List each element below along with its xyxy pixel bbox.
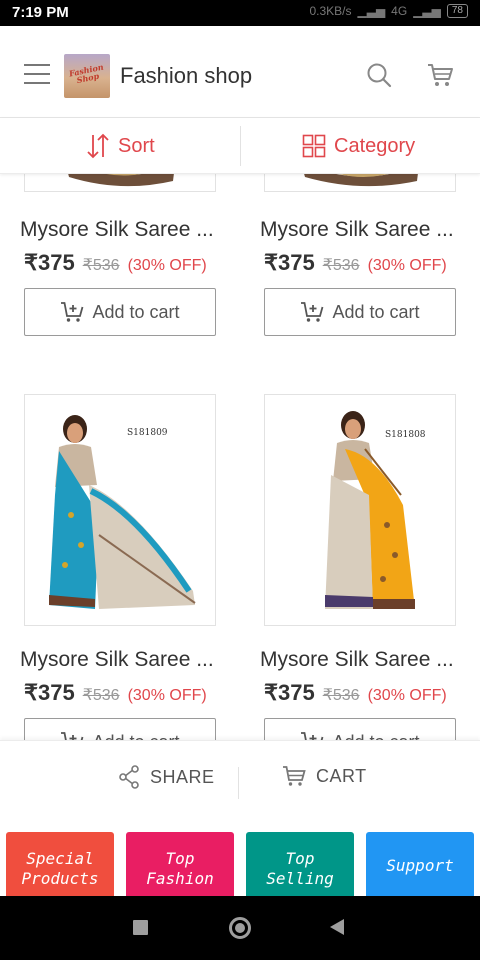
tile-line2: Fashion [146, 869, 214, 888]
signal-icon: ▁▃▅ [357, 4, 386, 18]
shortcut-tiles: Special Products Top Fashion Top Selling… [0, 824, 480, 900]
filter-bar: Sort Category [0, 118, 480, 174]
add-to-cart-button[interactable]: Add to cart [264, 718, 456, 740]
saree-image: S181809 [49, 415, 196, 609]
add-to-cart-label: Add to cart [332, 301, 420, 322]
tile-line1: Top [285, 849, 315, 868]
tile-line1: Special [26, 849, 94, 868]
cart-button[interactable]: CART [282, 765, 367, 787]
add-to-cart-label: Add to cart [92, 301, 180, 322]
add-cart-icon [61, 302, 84, 322]
tile-line1: Top [165, 849, 195, 868]
grid-icon [302, 134, 326, 158]
share-icon [119, 765, 139, 789]
product-image[interactable] [264, 174, 456, 192]
product-mrp: ₹536 [82, 687, 120, 704]
network-type: 4G [391, 4, 408, 18]
tile-line2: Selling [266, 869, 334, 888]
product-image[interactable] [24, 174, 216, 192]
add-cart-icon [301, 302, 324, 322]
cart-icon[interactable] [426, 62, 454, 88]
tile-support[interactable]: Support [366, 832, 474, 900]
home-icon[interactable] [229, 917, 251, 939]
product-name[interactable]: Mysore Silk Saree ... [260, 648, 480, 672]
price-row: ₹375 ₹536 (30% OFF) [264, 680, 447, 706]
add-cart-icon [301, 732, 324, 740]
price-row: ₹375 ₹536 (30% OFF) [24, 680, 207, 706]
status-time: 7:19 PM [12, 4, 69, 21]
product-mrp: ₹536 [322, 257, 360, 274]
tile-line1: Support [386, 856, 454, 875]
category-label: Category [334, 134, 416, 157]
tile-top-selling[interactable]: Top Selling [246, 832, 354, 900]
product-price: ₹375 [264, 250, 315, 275]
product-price: ₹375 [264, 680, 315, 705]
action-bar: SHARE CART [0, 740, 480, 824]
app-bar: Fashion Shop Fashion shop [0, 26, 480, 118]
action-divider [238, 767, 239, 799]
add-to-cart-button[interactable]: Add to cart [24, 288, 216, 336]
back-icon[interactable] [330, 919, 344, 935]
shop-logo[interactable]: Fashion Shop [64, 54, 110, 98]
sort-icon [87, 133, 109, 159]
tile-top-fashion[interactable]: Top Fashion [126, 832, 234, 900]
system-nav-bar [0, 896, 480, 960]
app-screen: 7:19 PM 0.3KB/s ▁▃▅ 4G ▁▃▅ 78 Fashion Sh… [0, 0, 480, 960]
product-discount: (30% OFF) [367, 257, 447, 274]
add-to-cart-button[interactable]: Add to cart [24, 718, 216, 740]
logo-text: Fashion Shop [68, 61, 105, 86]
cart-label: CART [316, 765, 367, 786]
product-price: ₹375 [24, 680, 75, 705]
tile-special-products[interactable]: Special Products [6, 832, 114, 900]
search-icon[interactable] [366, 62, 392, 88]
sku-label: S181808 [385, 430, 426, 440]
product-mrp: ₹536 [322, 687, 360, 704]
sku-label: S181809 [127, 428, 168, 438]
category-button[interactable]: Category [302, 118, 415, 174]
product-price: ₹375 [24, 250, 75, 275]
product-image[interactable]: S181809 [24, 394, 216, 626]
network-speed: 0.3KB/s [309, 4, 352, 18]
filter-divider [240, 126, 241, 166]
product-discount: (30% OFF) [127, 257, 207, 274]
product-grid: Mysore Silk Saree ... ₹375 ₹536 (30% OFF… [0, 174, 480, 740]
product-name[interactable]: Mysore Silk Saree ... [260, 218, 480, 242]
sort-button[interactable]: Sort [86, 118, 155, 174]
product-discount: (30% OFF) [127, 687, 207, 704]
battery-level: 78 [446, 4, 468, 18]
product-name[interactable]: Mysore Silk Saree ... [20, 648, 248, 672]
saree-image [68, 174, 174, 187]
add-to-cart-label: Add to cart [332, 732, 419, 741]
add-cart-icon [61, 732, 84, 740]
add-to-cart-label: Add to cart [92, 732, 179, 741]
saree-image: S181808 [325, 411, 426, 609]
saree-image [304, 174, 418, 187]
add-to-cart-button[interactable]: Add to cart [264, 288, 456, 336]
menu-icon[interactable] [24, 64, 50, 84]
sort-label: Sort [118, 134, 155, 157]
cart-icon [283, 766, 306, 786]
tile-line2: Products [21, 869, 99, 888]
product-discount: (30% OFF) [367, 687, 447, 704]
product-name[interactable]: Mysore Silk Saree ... [20, 218, 248, 242]
price-row: ₹375 ₹536 (30% OFF) [264, 250, 447, 276]
status-bar: 7:19 PM 0.3KB/s ▁▃▅ 4G ▁▃▅ 78 [0, 0, 480, 26]
share-label: SHARE [150, 766, 215, 787]
product-mrp: ₹536 [82, 257, 120, 274]
status-indicators: 0.3KB/s ▁▃▅ 4G ▁▃▅ 78 [309, 4, 468, 18]
price-row: ₹375 ₹536 (30% OFF) [24, 250, 207, 276]
wifi-signal-icon: ▁▃▅ [413, 4, 441, 18]
product-image[interactable]: S181808 [264, 394, 456, 626]
recents-icon[interactable] [133, 920, 148, 935]
app-title: Fashion shop [120, 63, 253, 88]
share-button[interactable]: SHARE [118, 765, 215, 789]
